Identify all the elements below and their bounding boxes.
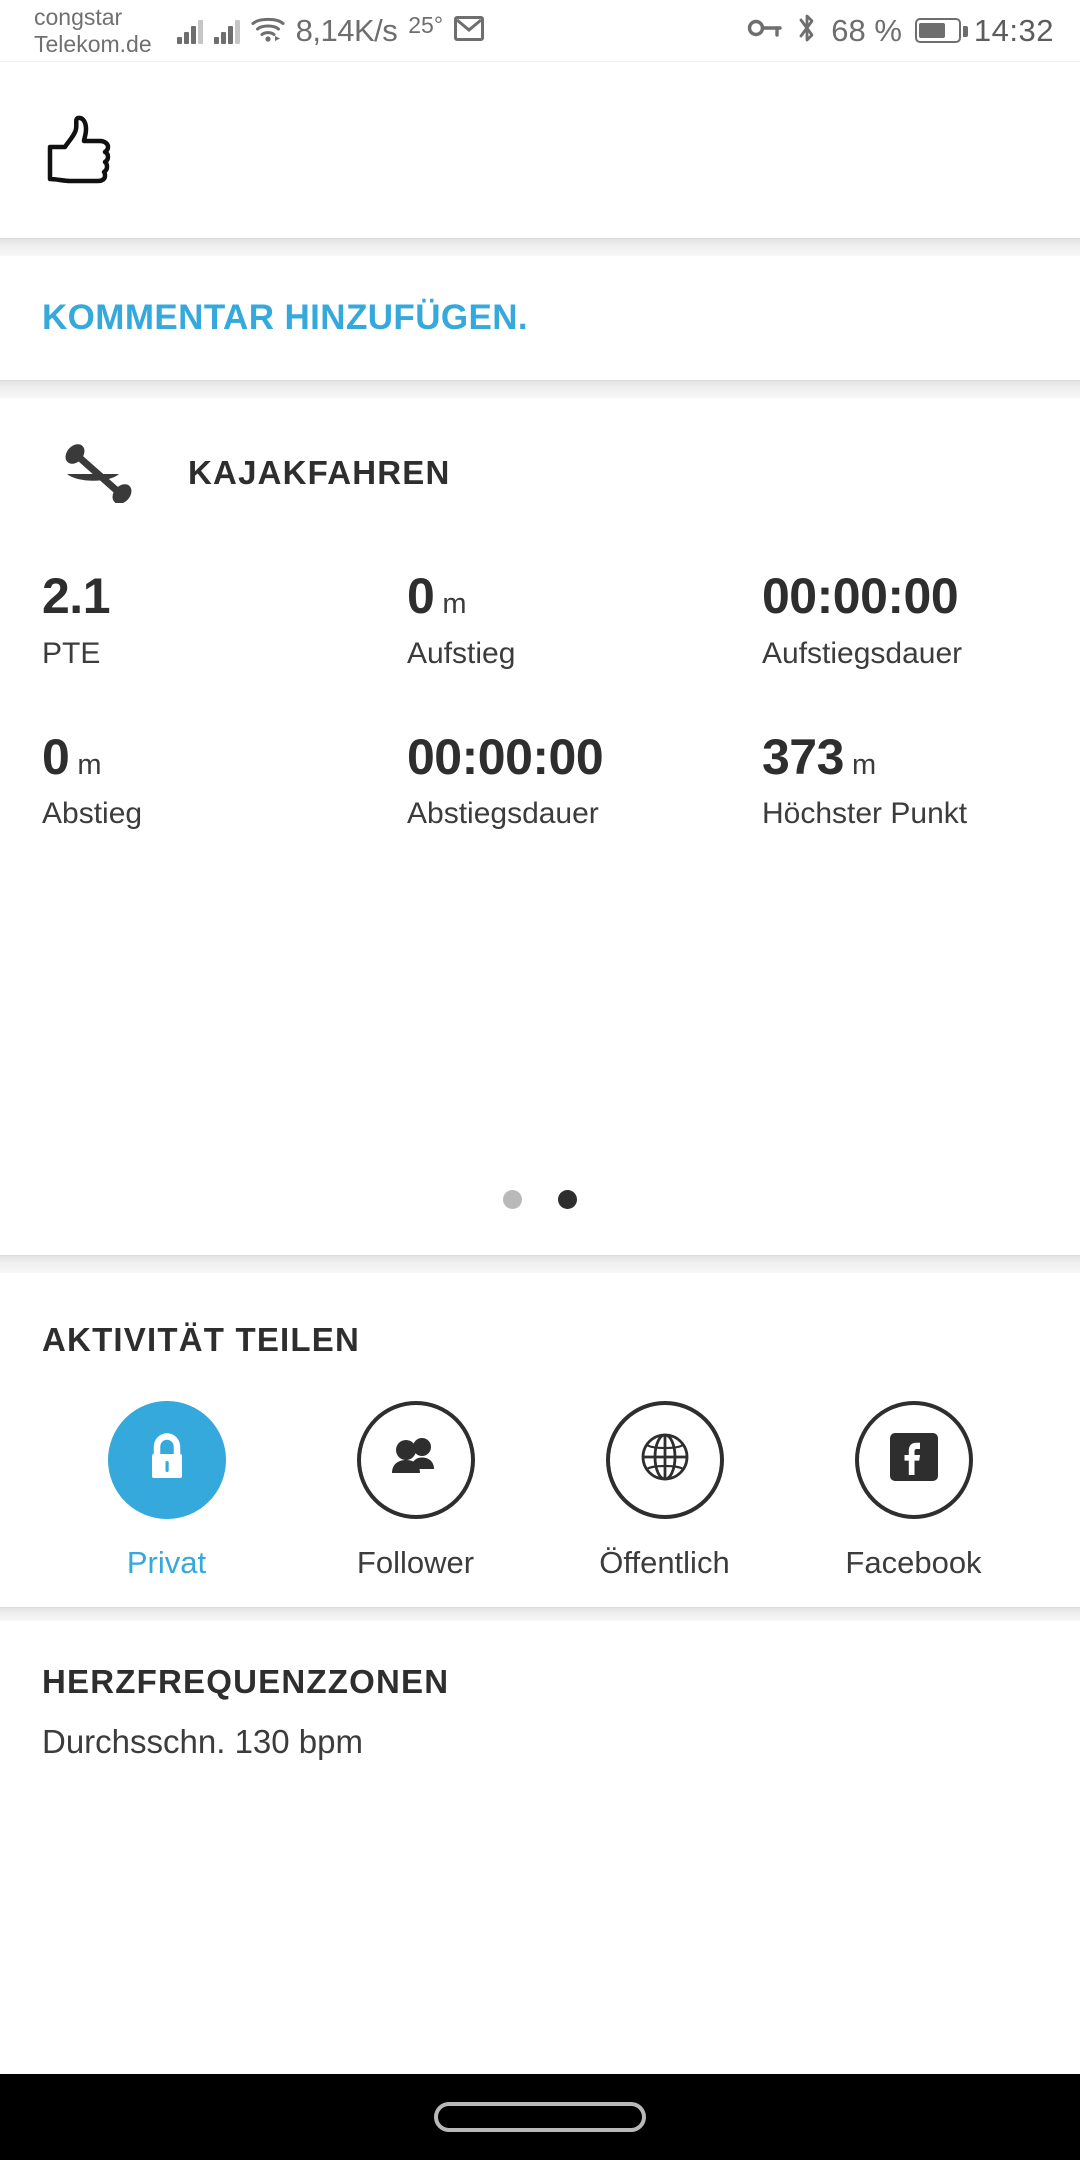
- heart-rate-average: Durchsschn. 130 bpm: [42, 1722, 363, 1760]
- vpn-key-icon: [747, 17, 783, 44]
- share-section-title: AKTIVITÄT TEILEN: [42, 1320, 361, 1358]
- stat-value: 00:00:00: [407, 728, 604, 785]
- section-divider-3: [0, 1254, 1080, 1273]
- pager-dot-1[interactable]: [503, 1190, 522, 1209]
- lock-icon: [144, 1431, 190, 1488]
- stat-label: Aufstiegsdauer: [762, 636, 963, 670]
- share-option-circle: [107, 1400, 226, 1519]
- section-divider-2: [0, 380, 1080, 398]
- temperature-label: 25°: [408, 12, 444, 38]
- system-navigation-bar: [0, 2074, 1080, 2160]
- thumbs-up-icon[interactable]: [42, 111, 118, 190]
- share-option-circle: [854, 1400, 973, 1519]
- stat-value: 00:00:00: [762, 568, 959, 624]
- signal-bars-sim2-icon: [213, 18, 240, 44]
- stat-ascent-time: 00:00:00 Aufstiegsdauer: [762, 570, 1038, 671]
- bluetooth-icon: [796, 12, 818, 49]
- share-option-follower[interactable]: Follower: [291, 1400, 540, 1581]
- carrier-line-1: congstar: [34, 3, 123, 30]
- phone-screen: congstar Telekom.de 8,14K/s 25° 68 % 14:…: [0, 0, 1080, 2160]
- carrier-line-2: Telekom.de: [34, 30, 152, 57]
- carrier-label: congstar Telekom.de: [34, 4, 152, 58]
- share-option-label: Facebook: [845, 1544, 982, 1580]
- stat-label: Abstiegsdauer: [407, 797, 599, 830]
- stat-label: Aufstieg: [407, 636, 516, 670]
- stat-value: 0m: [42, 728, 102, 785]
- add-comment-link[interactable]: KOMMENTAR HINZUFÜGEN.: [42, 298, 528, 338]
- stat-unit: m: [77, 748, 102, 781]
- share-option-circle: [356, 1400, 475, 1519]
- share-option-circle: [605, 1400, 724, 1519]
- activity-stats-card: KAJAKFAHREN 2.1 PTE 0m Aufstieg 00:00:00…: [0, 398, 1080, 1255]
- section-divider-1: [0, 238, 1080, 256]
- wifi-icon: [251, 15, 285, 47]
- stat-value: 2.1: [42, 568, 111, 624]
- signal-bars-sim1-icon: [176, 18, 203, 44]
- gmail-icon: [454, 15, 485, 46]
- stat-value: 373 m: [762, 728, 877, 785]
- stats-row-2: 0m Abstieg 00:00:00 Abstiegsdauer 373 m H…: [42, 671, 1038, 832]
- stat-value: 0m: [407, 568, 467, 624]
- battery-icon: [914, 18, 968, 43]
- stats-row-1: 2.1 PTE 0m Aufstieg 00:00:00 Aufstiegsda…: [42, 548, 1038, 671]
- share-activity-section: AKTIVITÄT TEILEN Privat Follower Öffentl…: [0, 1272, 1080, 1607]
- share-options: Privat Follower Öffentlich Facebook: [42, 1400, 1038, 1581]
- home-gesture-pill[interactable]: [434, 2102, 646, 2132]
- battery-percent-label: 68 %: [831, 12, 902, 48]
- people-icon: [387, 1435, 445, 1484]
- stat-pte: 2.1 PTE: [42, 570, 407, 671]
- stat-unit: m: [851, 748, 877, 781]
- carousel-pager: [42, 1145, 1038, 1255]
- section-divider-4: [0, 1606, 1080, 1621]
- share-option-label: Öffentlich: [599, 1544, 730, 1580]
- kayak-icon: [62, 443, 136, 504]
- clock-label: 14:32: [973, 12, 1054, 48]
- stat-ascent: 0m Aufstieg: [407, 570, 762, 671]
- share-option-public[interactable]: Öffentlich: [540, 1400, 789, 1581]
- share-option-label: Privat: [126, 1544, 207, 1580]
- stat-label: PTE: [42, 636, 101, 670]
- share-option-facebook[interactable]: Facebook: [789, 1400, 1038, 1581]
- facebook-icon: [887, 1430, 941, 1489]
- stat-label: Abstieg: [42, 797, 143, 830]
- status-bar-left: congstar Telekom.de 8,14K/s 25°: [34, 4, 485, 58]
- activity-title: KAJAKFAHREN: [188, 454, 451, 491]
- stat-label: Höchster Punkt: [762, 797, 968, 830]
- share-option-private[interactable]: Privat: [42, 1400, 291, 1581]
- share-option-label: Follower: [356, 1544, 475, 1580]
- globe-icon: [638, 1430, 692, 1489]
- activity-header: KAJAKFAHREN: [42, 398, 1038, 548]
- heart-rate-title: HERZFREQUENZZONEN: [42, 1662, 450, 1700]
- status-bar: congstar Telekom.de 8,14K/s 25° 68 % 14:…: [0, 0, 1080, 62]
- stat-descent-time: 00:00:00 Abstiegsdauer: [407, 728, 762, 832]
- stat-descent: 0m Abstieg: [42, 728, 407, 832]
- stat-highest-point: 373 m Höchster Punkt: [762, 728, 1038, 832]
- add-comment-section: KOMMENTAR HINZUFÜGEN.: [0, 256, 1080, 380]
- heart-rate-zones-section: HERZFREQUENZZONEN Durchsschn. 130 bpm: [0, 1620, 1080, 2074]
- network-speed-label: 8,14K/s: [295, 12, 398, 48]
- pager-dot-2[interactable]: [558, 1190, 577, 1209]
- status-bar-right: 68 % 14:32: [747, 12, 1054, 49]
- stat-unit: m: [442, 588, 467, 620]
- reaction-section: [0, 62, 1080, 238]
